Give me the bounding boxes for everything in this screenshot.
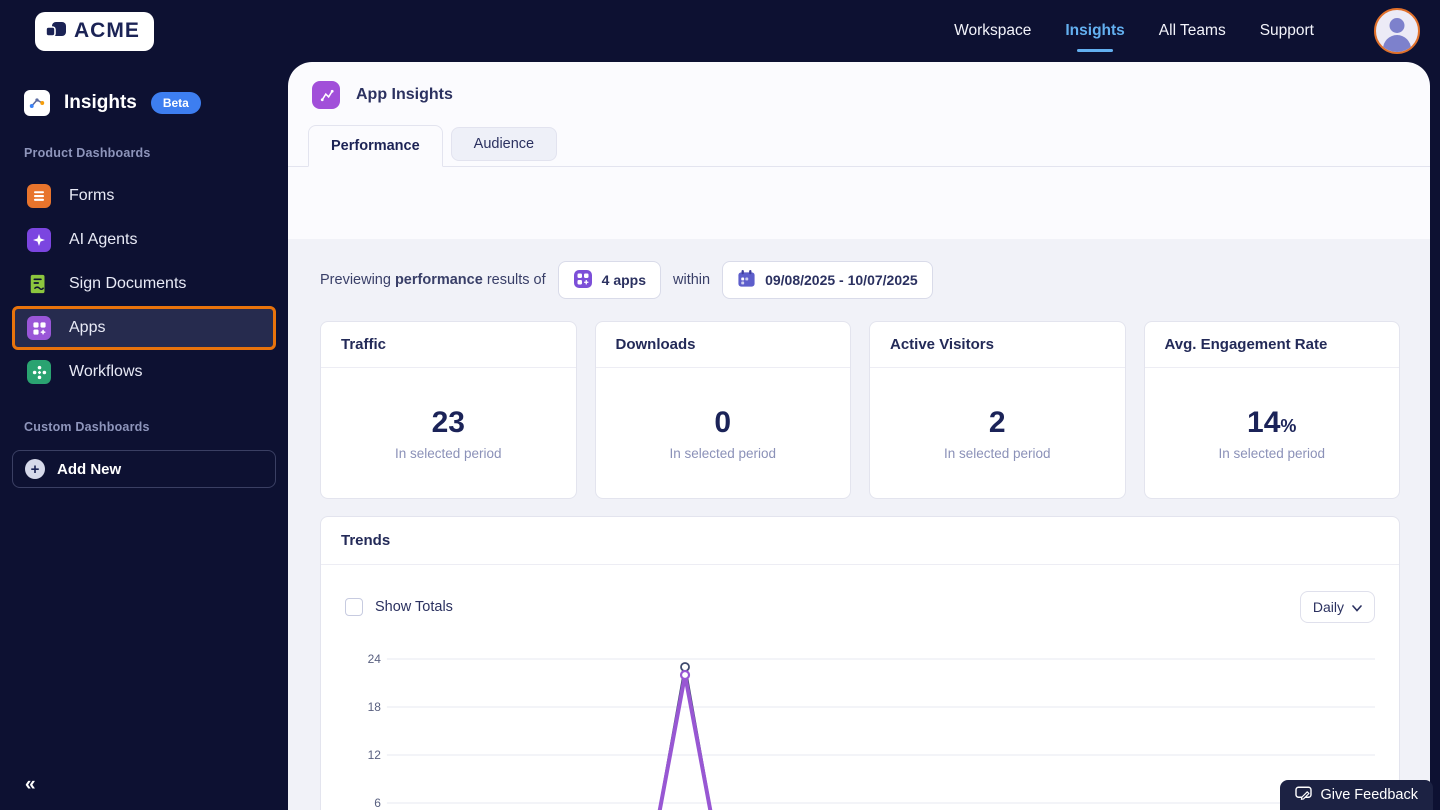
trends-controls: Show Totals Daily	[321, 565, 1399, 623]
trends-card: Trends Show Totals Daily 06121824	[320, 516, 1400, 810]
section-custom-dashboards: Custom Dashboards	[24, 420, 150, 434]
stat-caption: In selected period	[394, 445, 502, 461]
sidebar-collapse-button[interactable]: «	[25, 774, 36, 796]
tab-performance[interactable]: Performance	[308, 125, 443, 167]
within-label: within	[673, 272, 711, 288]
feedback-icon	[1295, 786, 1313, 805]
sign-documents-icon	[27, 272, 51, 296]
interval-select[interactable]: Daily	[1299, 591, 1375, 623]
app-insights-header: App Insights	[288, 62, 1430, 125]
workflows-icon	[27, 360, 51, 384]
nav-support[interactable]: Support	[1260, 12, 1314, 50]
filter-bold: performance	[394, 272, 483, 288]
feedback-label: Give Feedback	[1320, 787, 1418, 803]
nav-workspace[interactable]: Workspace	[954, 12, 1031, 50]
avatar-person-icon	[1389, 18, 1405, 33]
apps-filter-button[interactable]: 4 apps	[557, 261, 662, 299]
stat-caption: In selected period	[669, 445, 777, 461]
svg-text:6: 6	[374, 796, 381, 810]
stats-row: Traffic 23 In selected period Downloads …	[320, 321, 1400, 499]
nav-insights[interactable]: Insights	[1065, 12, 1124, 50]
sidebar-app-title: Insights	[64, 92, 137, 113]
svg-text:24: 24	[368, 652, 382, 666]
stat-title: Active Visitors	[870, 322, 1125, 368]
logo-text: ACME	[74, 19, 140, 42]
trends-chart-wrap: 06121824	[321, 623, 1399, 810]
nav-all-teams[interactable]: All Teams	[1159, 12, 1226, 50]
stat-caption: In selected period	[943, 445, 1051, 461]
ai-agents-icon	[27, 228, 51, 252]
show-totals-checkbox-row[interactable]: Show Totals	[345, 598, 453, 616]
sidebar-item-forms[interactable]: Forms	[12, 174, 276, 218]
filter-prefix: Previewing	[320, 272, 395, 288]
sidebar-item-workflows[interactable]: Workflows	[12, 350, 276, 394]
sidebar: Insights Beta Product Dashboards Forms A…	[0, 62, 288, 810]
stat-value: 23	[431, 405, 465, 439]
filter-text: Previewing performance results of	[320, 272, 546, 288]
tab-audience[interactable]: Audience	[450, 127, 558, 161]
plus-icon: +	[25, 459, 45, 479]
add-new-label: Add New	[57, 460, 122, 478]
stat-card-active-visitors: Active Visitors 2 In selected period	[869, 321, 1126, 499]
stat-card-engagement-rate: Avg. Engagement Rate 14% In selected per…	[1143, 321, 1400, 499]
sidebar-item-label: AI Agents	[69, 231, 138, 248]
interval-label: Daily	[1312, 599, 1344, 615]
section-product-dashboards: Product Dashboards	[24, 146, 151, 160]
topbar: ACME Workspace Insights All Teams Suppor…	[0, 0, 1440, 62]
apps-grid-icon	[573, 269, 593, 292]
avatar[interactable]	[1374, 8, 1420, 54]
apps-icon	[27, 316, 51, 340]
insights-chart-icon	[24, 90, 50, 116]
stat-title: Traffic	[321, 322, 576, 368]
tab-bar: Performance Audience	[288, 125, 1430, 167]
sidebar-item-apps[interactable]: Apps	[12, 306, 276, 350]
filter-row: Previewing performance results of 4 apps…	[320, 261, 1400, 299]
app-insights-icon	[312, 81, 340, 109]
sidebar-item-label: Forms	[69, 187, 115, 204]
main-panel: App Insights Performance Audience Previe…	[288, 62, 1430, 810]
sidebar-insights-header[interactable]: Insights Beta	[12, 90, 276, 116]
apps-filter-label: 4 apps	[601, 272, 647, 288]
top-nav: Workspace Insights All Teams Support	[954, 8, 1420, 54]
content-area: Previewing performance results of 4 apps…	[288, 239, 1430, 810]
date-range-label: 09/08/2025 - 10/07/2025	[765, 272, 918, 288]
acme-logo[interactable]: ACME	[35, 11, 154, 51]
stat-value: 0	[714, 405, 732, 439]
stat-card-traffic: Traffic 23 In selected period	[320, 321, 577, 499]
sidebar-item-label: Apps	[69, 319, 106, 336]
chevron-down-icon	[1352, 599, 1362, 615]
sidebar-item-sign-documents[interactable]: Sign Documents	[12, 262, 276, 306]
stat-title: Avg. Engagement Rate	[1144, 322, 1399, 368]
acme-logo-icon	[45, 18, 67, 45]
page-title: App Insights	[356, 86, 453, 103]
date-range-button[interactable]: 09/08/2025 - 10/07/2025	[722, 261, 933, 299]
sidebar-item-label: Sign Documents	[69, 275, 187, 292]
sidebar-item-ai-agents[interactable]: AI Agents	[12, 218, 276, 262]
stat-unit: %	[1280, 415, 1297, 436]
stat-title: Downloads	[595, 322, 850, 368]
trends-title: Trends	[321, 517, 1399, 565]
show-totals-checkbox[interactable]	[345, 598, 363, 616]
sidebar-item-label: Workflows	[69, 363, 143, 380]
stat-caption: In selected period	[1218, 445, 1326, 461]
filter-suffix: results of	[482, 272, 546, 288]
calendar-icon	[737, 269, 756, 291]
beta-badge: Beta	[150, 92, 201, 114]
svg-text:18: 18	[368, 700, 382, 714]
show-totals-label: Show Totals	[375, 599, 453, 615]
stat-value: 14	[1247, 405, 1281, 439]
stat-card-downloads: Downloads 0 In selected period	[594, 321, 851, 499]
add-new-button[interactable]: + Add New	[12, 450, 276, 488]
give-feedback-button[interactable]: Give Feedback	[1280, 780, 1433, 810]
forms-icon	[27, 184, 51, 208]
stat-value: 2	[988, 405, 1006, 439]
trends-chart[interactable]: 06121824	[345, 635, 1375, 810]
svg-text:12: 12	[368, 748, 382, 762]
